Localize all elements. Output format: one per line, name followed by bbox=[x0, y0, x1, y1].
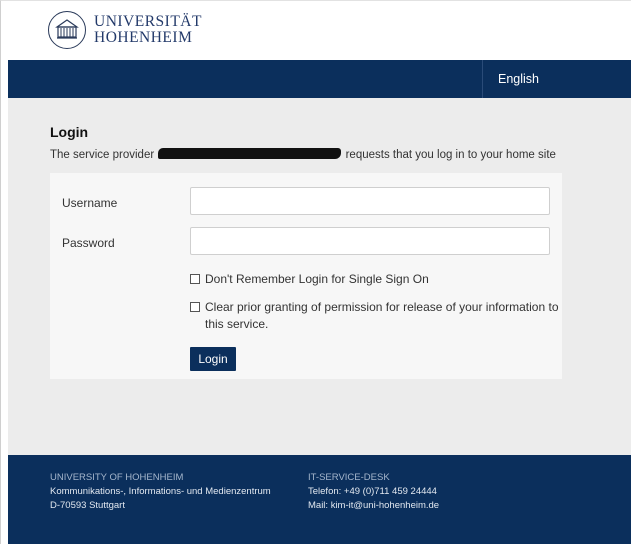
footer-university-info: UNIVERSITY OF HOHENHEIM Kommunikations-,… bbox=[50, 471, 271, 513]
language-switch-link[interactable]: English bbox=[482, 60, 554, 98]
username-input[interactable] bbox=[190, 187, 550, 215]
footer-university-heading: UNIVERSITY OF HOHENHEIM bbox=[50, 472, 184, 483]
dont-remember-label: Don't Remember Login for Single Sign On bbox=[205, 272, 429, 286]
footer-mail-link[interactable]: Mail: kim-it@uni-hohenheim.de bbox=[308, 499, 439, 513]
footer-phone: Telefon: +49 (0)711 459 24444 bbox=[308, 486, 437, 497]
service-provider-message: The service provider requests that you l… bbox=[50, 148, 556, 161]
university-name-line2: HOHENHEIM bbox=[94, 29, 193, 46]
password-label: Password bbox=[62, 236, 115, 250]
footer-service-desk-heading: IT-SERVICE-DESK bbox=[308, 472, 390, 483]
clear-consent-label: Clear prior granting of permission for r… bbox=[205, 300, 559, 331]
sp-message-suffix: requests that you log in to your home si… bbox=[345, 149, 556, 161]
university-name-line1: UNIVERSITÄT bbox=[94, 13, 202, 30]
footer-it-service-desk: IT-SERVICE-DESK Telefon: +49 (0)711 459 … bbox=[308, 471, 439, 513]
footer-department: Kommunikations-, Informations- und Medie… bbox=[50, 486, 271, 497]
dont-remember-option[interactable]: Don't Remember Login for Single Sign On bbox=[190, 271, 560, 288]
clear-consent-option[interactable]: Clear prior granting of permission for r… bbox=[190, 299, 560, 333]
main-content: Login The service provider requests that… bbox=[8, 98, 631, 455]
top-navbar: English bbox=[8, 60, 631, 98]
footer-address: D-70593 Stuttgart bbox=[50, 500, 125, 511]
login-button[interactable]: Login bbox=[190, 347, 236, 371]
password-input[interactable] bbox=[190, 227, 550, 255]
username-label: Username bbox=[62, 196, 118, 210]
university-seal-icon bbox=[48, 11, 86, 49]
page-title: Login bbox=[50, 124, 89, 140]
sp-message-prefix: The service provider bbox=[50, 149, 155, 161]
site-header: UNIVERSITÄT HOHENHEIM bbox=[8, 0, 631, 60]
university-name: UNIVERSITÄT HOHENHEIM bbox=[94, 14, 202, 46]
login-form: Username Password Don't Remember Login f… bbox=[50, 173, 562, 379]
clear-consent-checkbox[interactable] bbox=[190, 302, 200, 312]
dont-remember-checkbox[interactable] bbox=[190, 274, 200, 284]
site-footer: UNIVERSITY OF HOHENHEIM Kommunikations-,… bbox=[8, 455, 631, 544]
redacted-service-provider bbox=[158, 148, 342, 159]
university-logo[interactable]: UNIVERSITÄT HOHENHEIM bbox=[48, 11, 202, 49]
